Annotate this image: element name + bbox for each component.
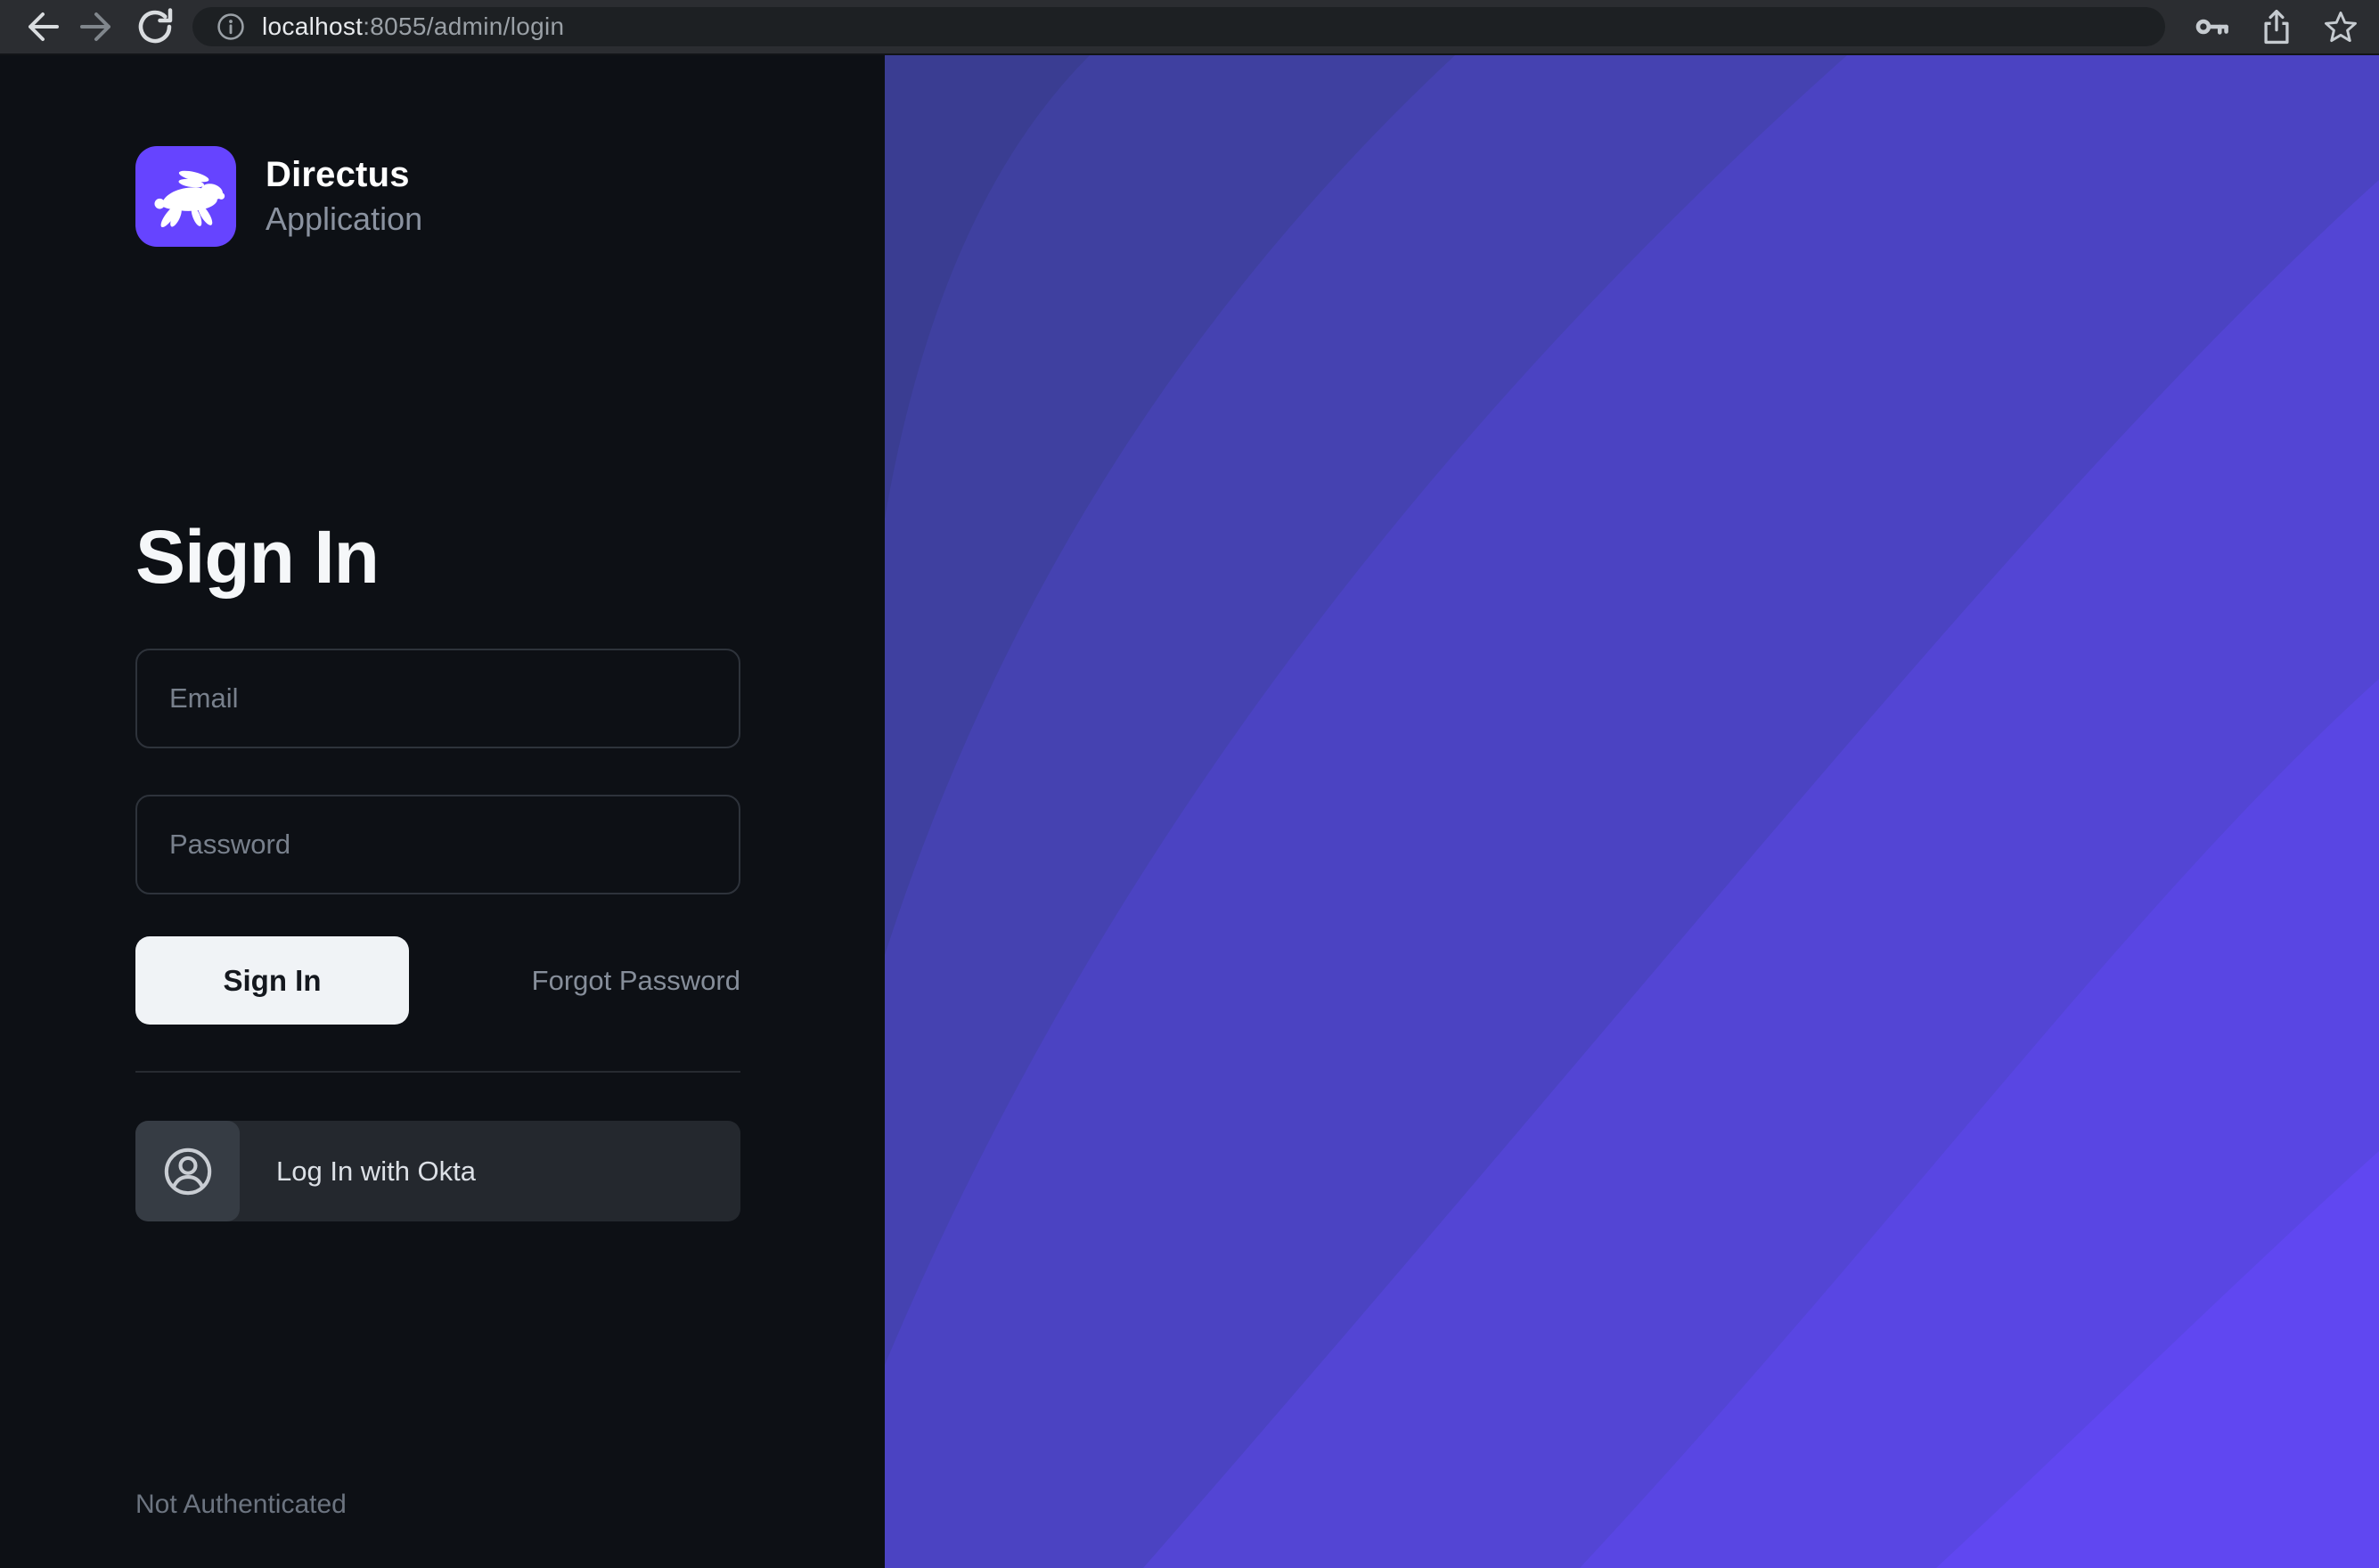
toolbar-actions xyxy=(2192,6,2361,47)
directus-logo xyxy=(135,146,236,247)
status-text: Not Authenticated xyxy=(135,1490,347,1520)
form-actions: Sign In Forgot Password xyxy=(135,936,740,1025)
forward-arrow-icon xyxy=(77,5,119,48)
forward-button[interactable] xyxy=(75,4,121,50)
password-key-icon[interactable] xyxy=(2192,6,2233,47)
password-field[interactable] xyxy=(135,795,740,894)
url-path: :8055/admin/login xyxy=(363,12,564,40)
info-icon[interactable] xyxy=(214,10,248,44)
okta-icon-box xyxy=(135,1121,240,1221)
email-field[interactable] xyxy=(135,649,740,748)
login-artwork xyxy=(885,55,2379,1568)
browser-toolbar: localhost:8055/admin/login xyxy=(0,0,2379,55)
login-page: Directus Application Sign In Sign In For… xyxy=(0,55,2379,1568)
login-panel: Directus Application Sign In Sign In For… xyxy=(0,55,885,1568)
brand-header: Directus Application xyxy=(135,146,740,247)
bookmark-star-icon[interactable] xyxy=(2320,6,2361,47)
back-button[interactable] xyxy=(18,4,64,50)
back-arrow-icon xyxy=(20,5,62,48)
okta-button-label: Log In with Okta xyxy=(276,1156,476,1188)
url-host: localhost xyxy=(262,12,363,40)
divider xyxy=(135,1071,740,1073)
page-title: Sign In xyxy=(135,514,740,600)
brand-name: Directus xyxy=(266,155,422,195)
share-icon[interactable] xyxy=(2256,6,2297,47)
sign-in-button[interactable]: Sign In xyxy=(135,936,409,1025)
okta-login-button[interactable]: Log In with Okta xyxy=(135,1121,740,1221)
reload-icon xyxy=(134,5,176,48)
forgot-password-link[interactable]: Forgot Password xyxy=(532,965,740,997)
brand-subtitle: Application xyxy=(266,200,422,238)
rabbit-icon xyxy=(143,154,229,240)
url-text: localhost:8055/admin/login xyxy=(262,12,564,41)
reload-button[interactable] xyxy=(132,4,178,50)
purple-bands-art xyxy=(885,55,2379,1568)
account-circle-icon xyxy=(162,1146,214,1197)
brand-text: Directus Application xyxy=(266,155,422,238)
url-bar[interactable]: localhost:8055/admin/login xyxy=(192,7,2165,46)
